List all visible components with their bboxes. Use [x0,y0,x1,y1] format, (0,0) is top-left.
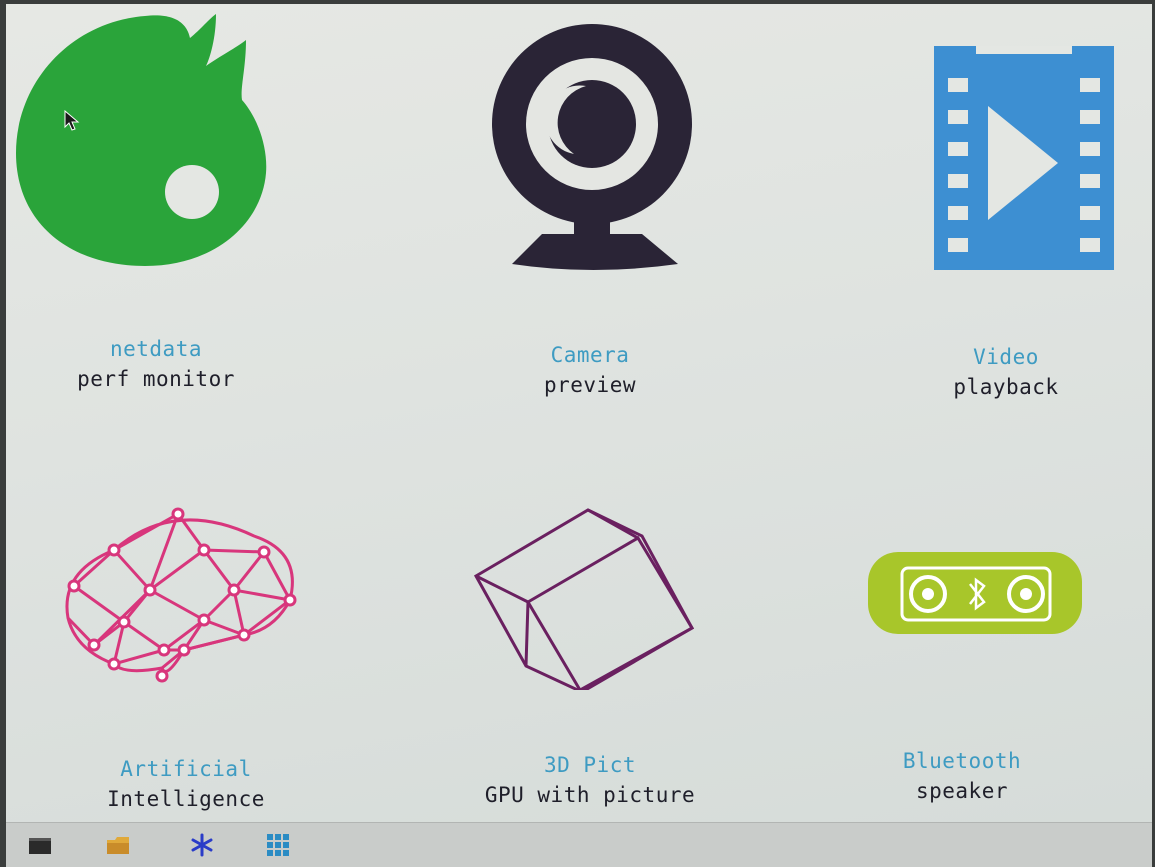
settings-asterisk-icon[interactable] [188,831,216,859]
app-title: Video [973,345,1039,369]
app-title: netdata [109,337,202,361]
taskbar [6,822,1152,867]
app-title: 3D Pict [543,753,636,777]
app-subtitle: speaker [915,779,1008,803]
cube-icon [473,508,695,690]
app-subtitle: Intelligence [107,787,265,811]
webcam-icon [492,24,692,270]
app-subtitle: GPU with picture [484,783,696,807]
app-tile-netdata[interactable]: netdata perf monitor [6,4,306,404]
file-manager-icon[interactable] [104,831,132,859]
mouse-pointer-icon [64,110,80,131]
app-tile-camera[interactable]: Camera preview [426,4,766,404]
film-play-icon [934,46,1114,270]
app-subtitle: preview [543,373,636,397]
bluetooth-speaker-icon [868,552,1082,634]
app-title: Bluetooth [902,749,1022,773]
netdata-icon [16,14,267,266]
terminal-icon[interactable] [26,831,54,859]
app-title: Camera [550,343,630,367]
brain-network-icon [65,507,297,683]
app-tile-ai[interactable]: Artificial Intelligence [6,484,326,814]
desktop-screen: netdata perf monitor Camera preview Vide… [6,4,1152,822]
app-title: Artificial [120,757,252,781]
app-subtitle: perf monitor [77,367,235,391]
app-subtitle: playback [953,375,1059,399]
app-tile-3d-pict[interactable]: 3D Pict GPU with picture [426,484,766,814]
app-tile-bluetooth[interactable]: Bluetooth speaker [846,484,1150,814]
app-grid-icon[interactable] [264,831,292,859]
app-tile-video[interactable]: Video playback [886,4,1150,404]
